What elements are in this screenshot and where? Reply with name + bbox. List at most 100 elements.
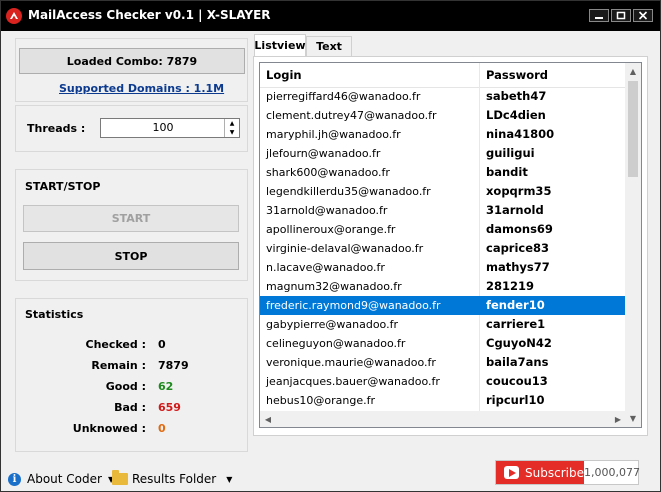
- password-cell: baila7ans: [486, 355, 549, 369]
- scroll-up-icon[interactable]: ▲: [625, 63, 641, 79]
- password-cell: nina41800: [486, 127, 555, 141]
- stat-checked-value: 0: [158, 338, 166, 351]
- start-button[interactable]: START: [23, 205, 239, 232]
- results-folder-label: Results Folder: [132, 472, 217, 486]
- loaded-combo-button[interactable]: Loaded Combo: 7879: [19, 48, 245, 74]
- table-row[interactable]: virginie-delaval@wanadoo.fr caprice83: [260, 239, 626, 258]
- supported-domains-link[interactable]: Supported Domains : 1.1M: [59, 82, 224, 95]
- table-row[interactable]: n.lacave@wanadoo.fr mathys77: [260, 258, 626, 277]
- login-cell: shark600@wanadoo.fr: [266, 166, 390, 179]
- table-row[interactable]: magnum32@wanadoo.fr 281219: [260, 277, 626, 296]
- password-cell: coucou13: [486, 374, 548, 388]
- app-logo-icon: [6, 8, 22, 24]
- table-row[interactable]: celineguyon@wanadoo.fr CguyoN42: [260, 334, 626, 353]
- login-cell: virginie-delaval@wanadoo.fr: [266, 242, 424, 255]
- threads-group: Threads : 100 ▲ ▼: [15, 105, 248, 152]
- table-row[interactable]: apollineroux@orange.fr damons69: [260, 220, 626, 239]
- about-coder-menu[interactable]: i About Coder ▼: [8, 472, 114, 486]
- login-cell: clement.dutrey47@wanadoo.fr: [266, 109, 437, 122]
- threads-stepper-arrows[interactable]: ▲ ▼: [224, 119, 239, 137]
- minimize-button[interactable]: [589, 9, 609, 22]
- results-folder-menu[interactable]: Results Folder ▼: [112, 470, 233, 486]
- table-row[interactable]: veronique.maurie@wanadoo.fr baila7ans: [260, 353, 626, 372]
- start-stop-group: START/STOP START STOP: [15, 169, 248, 281]
- column-header-login[interactable]: Login: [266, 63, 302, 87]
- main-window: MailAccess Checker v0.1 | X-SLAYER Loade…: [0, 0, 661, 492]
- login-cell: veronique.maurie@wanadoo.fr: [266, 356, 436, 369]
- password-cell: carriere1: [486, 317, 546, 331]
- scroll-down-icon[interactable]: ▼: [625, 410, 641, 426]
- login-cell: hebus10@orange.fr: [266, 394, 376, 407]
- stat-unknowed-label: Unknowed :: [72, 422, 146, 435]
- password-cell: guiligui: [486, 146, 535, 160]
- table-row[interactable]: maryphil.jh@wanadoo.fr nina41800: [260, 125, 626, 144]
- subscribe-label: Subscribe: [525, 465, 584, 480]
- subscribe-button[interactable]: Subscribe: [496, 461, 584, 484]
- threads-stepper[interactable]: 100 ▲ ▼: [100, 118, 240, 138]
- statistics-title: Statistics: [25, 308, 84, 321]
- scrollbar-thumb[interactable]: [628, 81, 638, 177]
- password-cell: LDc4dien: [486, 108, 546, 122]
- table-row[interactable]: clement.dutrey47@wanadoo.fr LDc4dien: [260, 106, 626, 125]
- password-cell: fender10: [486, 298, 545, 312]
- login-cell: jeanjacques.bauer@wanadoo.fr: [266, 375, 440, 388]
- about-coder-label: About Coder: [27, 472, 102, 486]
- caret-down-icon: ▼: [226, 474, 233, 484]
- stop-button[interactable]: STOP: [23, 242, 239, 270]
- youtube-subscribe-widget[interactable]: Subscribe 1,000,077: [495, 460, 640, 485]
- listview-header: Login Password: [260, 63, 626, 88]
- table-row[interactable]: hebus10@orange.fr ripcurl10: [260, 391, 626, 410]
- password-cell: 31arnold: [486, 203, 544, 217]
- stat-bad-label: Bad :: [114, 401, 146, 414]
- start-stop-title: START/STOP: [25, 180, 101, 193]
- table-row[interactable]: gabypierre@wanadoo.fr carriere1: [260, 315, 626, 334]
- subscriber-count: 1,000,077: [584, 466, 640, 479]
- maximize-button[interactable]: [611, 9, 631, 22]
- login-cell: legendkillerdu35@wanadoo.fr: [266, 185, 431, 198]
- login-cell: celineguyon@wanadoo.fr: [266, 337, 406, 350]
- column-header-password[interactable]: Password: [486, 63, 548, 87]
- close-button[interactable]: [633, 9, 653, 22]
- table-row[interactable]: shark600@wanadoo.fr bandit: [260, 163, 626, 182]
- chevron-down-icon[interactable]: ▼: [225, 128, 239, 137]
- scroll-right-icon[interactable]: ▶: [610, 411, 626, 427]
- login-cell: jlefourn@wanadoo.fr: [266, 147, 381, 160]
- password-cell: CguyoN42: [486, 336, 552, 350]
- threads-value[interactable]: 100: [101, 119, 225, 137]
- login-cell: pierregiffard46@wanadoo.fr: [266, 90, 421, 103]
- table-row[interactable]: legendkillerdu35@wanadoo.fr xopqrm35: [260, 182, 626, 201]
- combo-group: Loaded Combo: 7879 Supported Domains : 1…: [15, 38, 248, 102]
- stat-checked-label: Checked :: [85, 338, 146, 351]
- vertical-scrollbar[interactable]: ▲ ▼: [625, 63, 641, 427]
- login-cell: magnum32@wanadoo.fr: [266, 280, 402, 293]
- info-icon: i: [8, 472, 21, 486]
- title-bar[interactable]: MailAccess Checker v0.1 | X-SLAYER: [1, 1, 660, 31]
- horizontal-scrollbar[interactable]: ◀ ▶: [260, 411, 626, 427]
- table-row[interactable]: jeanjacques.bauer@wanadoo.fr coucou13: [260, 372, 626, 391]
- stat-good-label: Good :: [105, 380, 146, 393]
- password-cell: caprice83: [486, 241, 550, 255]
- threads-label: Threads :: [27, 122, 86, 135]
- chevron-up-icon[interactable]: ▲: [225, 119, 239, 128]
- tab-text[interactable]: Text: [306, 36, 352, 56]
- table-row[interactable]: jlefourn@wanadoo.fr guiligui: [260, 144, 626, 163]
- stat-good-value: 62: [158, 380, 174, 393]
- login-cell: n.lacave@wanadoo.fr: [266, 261, 385, 274]
- table-row[interactable]: 31arnold@wanadoo.fr 31arnold: [260, 201, 626, 220]
- results-listview[interactable]: Login Password pierregiffard46@wanadoo.f…: [259, 62, 642, 428]
- stat-remain-label: Remain :: [91, 359, 146, 372]
- login-cell: 31arnold@wanadoo.fr: [266, 204, 388, 217]
- table-row[interactable]: frederic.raymond9@wanadoo.fr fender10: [260, 296, 626, 315]
- statistics-group: Statistics Checked : 0 Remain : 7879 Goo…: [15, 298, 248, 452]
- stat-remain-value: 7879: [158, 359, 189, 372]
- window-title: MailAccess Checker v0.1 | X-SLAYER: [28, 8, 271, 22]
- tab-listview[interactable]: Listview: [254, 34, 306, 56]
- password-cell: damons69: [486, 222, 553, 236]
- password-cell: bandit: [486, 165, 528, 179]
- password-cell: ripcurl10: [486, 393, 545, 407]
- table-row[interactable]: pierregiffard46@wanadoo.fr sabeth47: [260, 87, 626, 106]
- password-cell: xopqrm35: [486, 184, 552, 198]
- login-cell: maryphil.jh@wanadoo.fr: [266, 128, 401, 141]
- youtube-play-icon: [504, 466, 520, 479]
- scroll-left-icon[interactable]: ◀: [260, 411, 276, 427]
